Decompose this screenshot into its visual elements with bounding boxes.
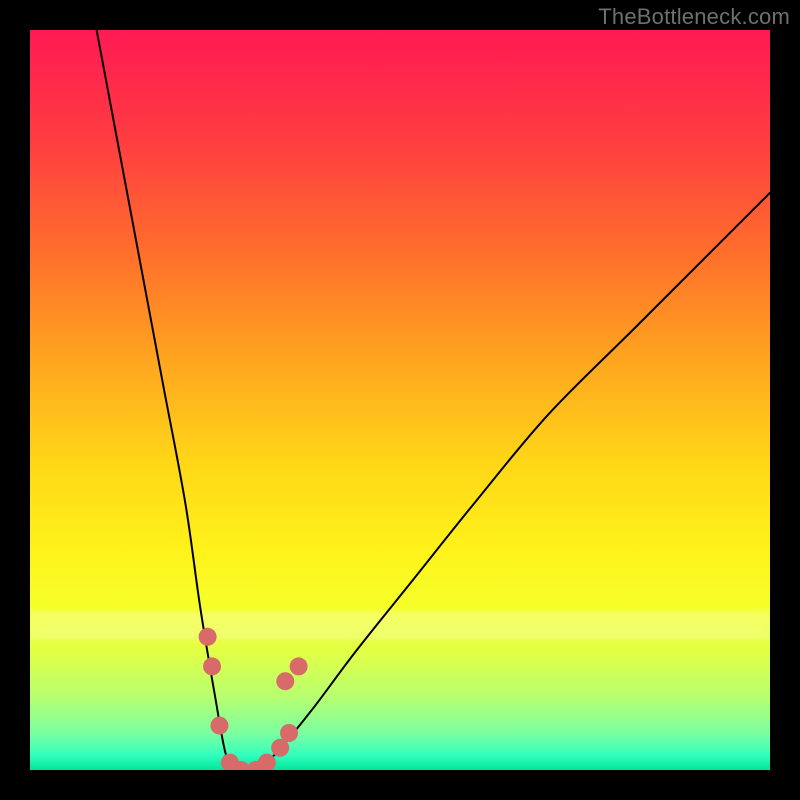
chart-frame: TheBottleneck.com xyxy=(0,0,800,800)
data-marker xyxy=(280,724,298,742)
data-marker xyxy=(290,657,308,675)
curve-svg xyxy=(30,30,770,770)
data-marker xyxy=(210,717,228,735)
watermark-text: TheBottleneck.com xyxy=(598,4,790,30)
data-marker xyxy=(199,628,217,646)
data-marker xyxy=(203,657,221,675)
data-marker xyxy=(276,672,294,690)
plot-area xyxy=(30,30,770,770)
bottleneck-curve xyxy=(97,30,770,770)
